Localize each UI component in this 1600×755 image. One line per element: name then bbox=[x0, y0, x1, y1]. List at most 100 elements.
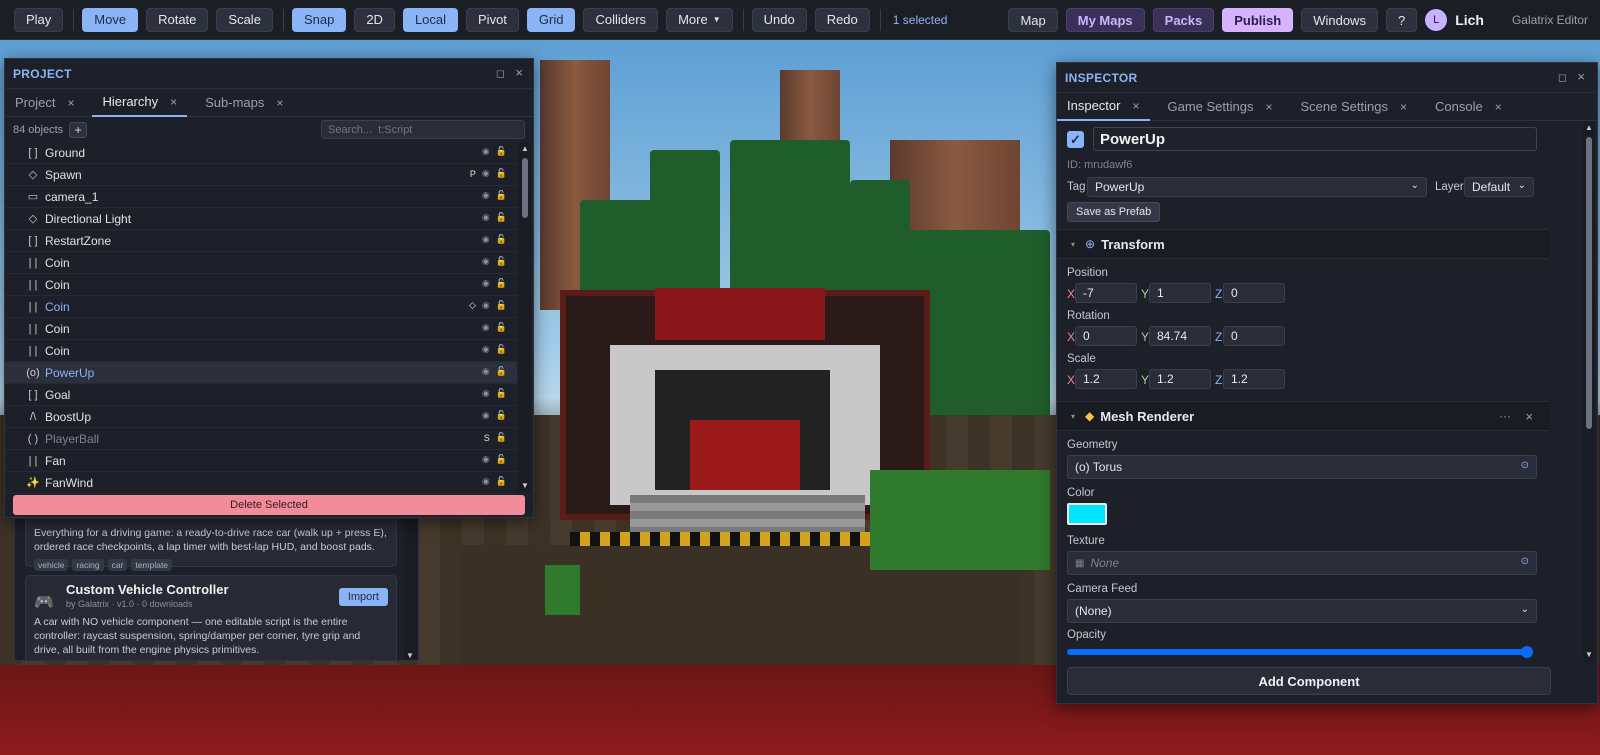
lock-icon[interactable]: 🔓 bbox=[496, 476, 507, 487]
hierarchy-item[interactable]: ✨ FanWind ◉ 🔓 bbox=[5, 472, 517, 494]
close-icon[interactable]: × bbox=[170, 95, 177, 109]
lock-icon[interactable]: 🔓 bbox=[496, 366, 507, 377]
tab-game-settings[interactable]: Game Settings × bbox=[1158, 93, 1283, 121]
eye-icon[interactable]: ◉ bbox=[482, 344, 490, 355]
redo-button[interactable]: Redo bbox=[814, 7, 870, 32]
object-name-field[interactable]: PowerUp bbox=[1093, 127, 1537, 151]
inspector-scrollbar[interactable]: ▲ ▼ bbox=[1583, 121, 1595, 661]
target-icon[interactable]: ⊙ bbox=[1521, 556, 1529, 567]
scroll-up-icon[interactable]: ▲ bbox=[519, 144, 531, 153]
windows-button[interactable]: Windows bbox=[1301, 8, 1378, 32]
eye-icon[interactable]: ◉ bbox=[482, 388, 490, 399]
color-swatch[interactable] bbox=[1067, 503, 1107, 525]
add-component-button[interactable]: Add Component bbox=[1067, 667, 1551, 695]
hierarchy-item[interactable]: [ ] Goal ◉ 🔓 bbox=[5, 384, 517, 406]
lock-icon[interactable]: 🔓 bbox=[496, 234, 507, 245]
eye-icon[interactable]: ◉ bbox=[482, 190, 490, 201]
pack-tag[interactable]: template bbox=[131, 559, 173, 571]
rotation-x-field[interactable]: 0 bbox=[1075, 326, 1137, 346]
more-dropdown[interactable]: More ▼ bbox=[666, 7, 733, 32]
eye-icon[interactable]: ◉ bbox=[482, 256, 490, 267]
scale-x-field[interactable]: 1.2 bbox=[1075, 369, 1137, 389]
lock-icon[interactable]: 🔓 bbox=[496, 454, 507, 465]
hierarchy-item[interactable]: (o) PowerUp ◉ 🔓 bbox=[5, 362, 517, 384]
my-maps-button[interactable]: My Maps bbox=[1065, 8, 1145, 32]
help-button[interactable]: ? bbox=[1385, 8, 1418, 32]
rotate-tool-button[interactable]: Rotate bbox=[146, 7, 209, 32]
active-checkbox[interactable]: ✓ bbox=[1067, 131, 1084, 148]
undo-button[interactable]: Undo bbox=[751, 7, 807, 32]
tab-inspector[interactable]: Inspector × bbox=[1057, 93, 1150, 121]
lock-icon[interactable]: 🔓 bbox=[496, 256, 507, 267]
position-x-field[interactable]: -7 bbox=[1075, 283, 1137, 303]
save-as-prefab-button[interactable]: Save as Prefab bbox=[1067, 202, 1161, 222]
scroll-down-icon[interactable]: ▼ bbox=[1583, 650, 1595, 659]
lock-icon[interactable]: 🔓 bbox=[496, 344, 507, 355]
lock-icon[interactable]: 🔓 bbox=[496, 300, 507, 311]
eye-icon[interactable]: ◉ bbox=[482, 410, 490, 421]
close-icon[interactable]: × bbox=[67, 96, 74, 110]
tab-console[interactable]: Console × bbox=[1425, 93, 1512, 121]
eye-icon[interactable]: ◉ bbox=[482, 476, 490, 487]
lock-icon[interactable]: 🔓 bbox=[496, 432, 507, 443]
close-icon[interactable]: × bbox=[1266, 100, 1273, 114]
lock-icon[interactable]: 🔓 bbox=[496, 278, 507, 289]
scrollbar-thumb[interactable] bbox=[1586, 137, 1592, 429]
lock-icon[interactable]: 🔓 bbox=[496, 190, 507, 201]
rotation-z-field[interactable]: 0 bbox=[1223, 326, 1285, 346]
transform-section-header[interactable]: ▾ ⊕ Transform bbox=[1057, 229, 1549, 259]
hierarchy-item[interactable]: | | Fan ◉ 🔓 bbox=[5, 450, 517, 472]
mesh-renderer-section-header[interactable]: ▾ ◆ Mesh Renderer ··· × bbox=[1057, 401, 1549, 431]
move-tool-button[interactable]: Move bbox=[82, 7, 139, 32]
tab-sub-maps[interactable]: Sub-maps × bbox=[195, 89, 293, 117]
pack-tag[interactable]: racing bbox=[72, 559, 104, 571]
scale-z-field[interactable]: 1.2 bbox=[1223, 369, 1285, 389]
map-button[interactable]: Map bbox=[1008, 8, 1058, 32]
hierarchy-item[interactable]: ◇ Directional Light ◉ 🔓 bbox=[5, 208, 517, 230]
add-object-button[interactable]: + bbox=[69, 122, 88, 138]
close-icon[interactable]: × bbox=[1400, 100, 1407, 114]
snap-toggle[interactable]: Snap bbox=[291, 7, 347, 32]
scrollbar-thumb[interactable] bbox=[522, 158, 528, 218]
maximize-icon[interactable]: ◻ bbox=[496, 67, 505, 80]
eye-icon[interactable]: ◉ bbox=[482, 278, 490, 289]
packs-scrollbar[interactable]: ▼ bbox=[404, 519, 418, 660]
import-button[interactable]: Import bbox=[338, 588, 388, 606]
lock-icon[interactable]: 🔓 bbox=[496, 388, 507, 399]
eye-icon[interactable]: ◉ bbox=[482, 322, 490, 333]
hierarchy-item[interactable]: ◇ Spawn P ◉ 🔓 bbox=[5, 164, 517, 186]
eye-icon[interactable]: ◉ bbox=[482, 454, 490, 465]
pack-card[interactable]: Everything for a driving game: a ready-t… bbox=[25, 519, 397, 571]
hierarchy-item[interactable]: | | Coin ◉ 🔓 bbox=[5, 340, 517, 362]
lock-icon[interactable]: 🔓 bbox=[496, 146, 507, 157]
pivot-toggle[interactable]: Pivot bbox=[466, 7, 519, 32]
hierarchy-item[interactable]: /\ BoostUp ◉ 🔓 bbox=[5, 406, 517, 428]
2d-toggle[interactable]: 2D bbox=[354, 7, 395, 32]
eye-icon[interactable]: ◉ bbox=[482, 168, 490, 179]
grid-toggle[interactable]: Grid bbox=[526, 7, 576, 32]
scroll-down-icon[interactable]: ▼ bbox=[519, 481, 531, 490]
opacity-slider-knob[interactable] bbox=[1521, 646, 1533, 658]
target-icon[interactable]: ⊙ bbox=[1521, 460, 1529, 471]
username[interactable]: Lich bbox=[1455, 12, 1484, 28]
layer-select[interactable]: Default ⌄ bbox=[1464, 177, 1534, 197]
hierarchy-item[interactable]: | | Coin ◉ 🔓 bbox=[5, 318, 517, 340]
tab-project[interactable]: Project × bbox=[5, 89, 84, 117]
scroll-up-icon[interactable]: ▲ bbox=[1583, 123, 1595, 132]
lock-icon[interactable]: 🔓 bbox=[496, 322, 507, 333]
scale-tool-button[interactable]: Scale bbox=[216, 7, 273, 32]
rotation-y-field[interactable]: 84.74 bbox=[1149, 326, 1211, 346]
close-icon[interactable]: × bbox=[276, 96, 283, 110]
close-icon[interactable]: × bbox=[1495, 100, 1502, 114]
play-button[interactable]: Play bbox=[14, 7, 64, 32]
eye-icon[interactable]: ◉ bbox=[482, 366, 490, 377]
hierarchy-item[interactable]: ▭ camera_1 ◉ 🔓 bbox=[5, 186, 517, 208]
tag-select[interactable]: PowerUp ⌄ bbox=[1087, 177, 1427, 197]
hierarchy-item[interactable]: [ ] Ground ◉ 🔓 bbox=[5, 142, 517, 164]
texture-select[interactable]: ▦ None ⊙ bbox=[1067, 551, 1537, 575]
hierarchy-item[interactable]: | | Coin ◉ 🔓 bbox=[5, 252, 517, 274]
position-y-field[interactable]: 1 bbox=[1149, 283, 1211, 303]
position-z-field[interactable]: 0 bbox=[1223, 283, 1285, 303]
pack-tag[interactable]: car bbox=[107, 559, 128, 571]
close-icon[interactable]: × bbox=[515, 65, 523, 80]
